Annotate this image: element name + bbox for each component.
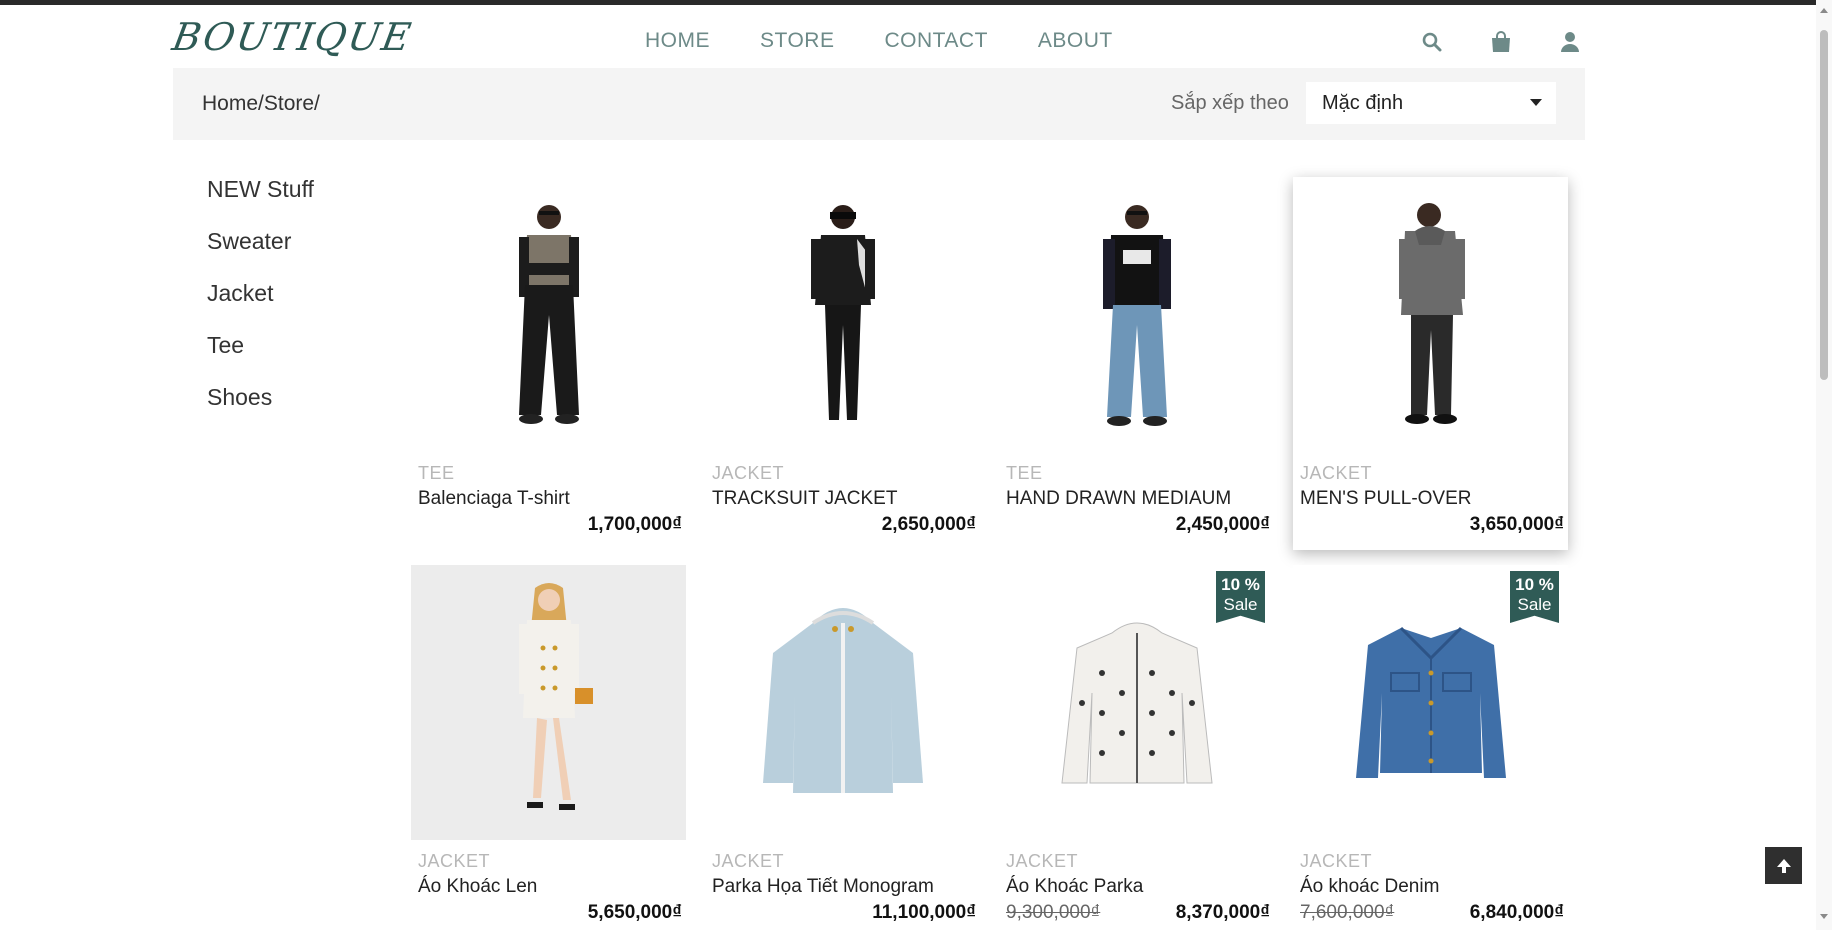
scroll-down-arrow-icon[interactable] [1820,914,1828,919]
category-new-stuff[interactable]: NEW Stuff [207,176,314,228]
sort-label: Sắp xếp theo [1171,92,1289,114]
sale-badge-label: Sale [1517,595,1552,614]
product-image [999,177,1274,452]
product-name[interactable]: Áo Khoác Parka [1006,876,1143,898]
nav-home[interactable]: HOME [645,29,710,53]
search-icon[interactable] [1417,27,1447,57]
product-card[interactable]: JACKET Áo Khoác Len 5,650,000₫ [411,565,686,938]
product-name[interactable]: HAND DRAWN MEDIAUM [1006,488,1231,510]
sort-selected-value: Mặc định [1322,91,1404,114]
nav-store[interactable]: STORE [760,29,834,53]
product-card[interactable]: TEE HAND DRAWN MEDIAUM 2,450,000₫ [999,177,1274,550]
product-image [411,177,686,452]
sale-badge-percent: 10 % [1515,575,1554,594]
product-card[interactable]: TEE Balenciaga T-shirt 1,700,000₫ [411,177,686,550]
product-name[interactable]: Áo Khoác Len [418,876,537,898]
scrollbar-thumb[interactable] [1820,30,1828,380]
breadcrumb: Home/Store/ [202,92,320,116]
nav-about[interactable]: ABOUT [1038,29,1113,53]
user-icon[interactable] [1555,27,1585,57]
product-category: JACKET [1006,851,1079,871]
product-old-price: 9,300,000₫ [1006,902,1101,923]
product-card[interactable]: JACKET MEN'S PULL-OVER 3,650,000₫ [1293,177,1568,550]
product-name[interactable]: TRACKSUIT JACKET [712,488,897,510]
page-scrollbar[interactable] [1816,0,1832,930]
product-price: 1,700,000₫ [587,514,682,535]
product-price: 3,650,000₫ [1469,514,1564,535]
sale-badge: 10 % Sale [1216,571,1265,623]
product-name[interactable]: MEN'S PULL-OVER [1300,488,1472,510]
header-actions [1378,27,1585,57]
caret-down-icon [1530,99,1542,106]
product-image [1293,177,1568,452]
main-nav: HOME STORE CONTACT ABOUT [645,29,1163,53]
breadcrumb-home[interactable]: Home/ [202,92,264,115]
scroll-to-top-button[interactable] [1765,847,1802,884]
product-name[interactable]: Parka Họa Tiết Monogram [712,876,934,898]
product-image [705,565,980,840]
breadcrumb-store[interactable]: Store/ [264,92,320,115]
product-price: 2,450,000₫ [1175,514,1270,535]
product-category: JACKET [712,463,785,483]
category-shoes[interactable]: Shoes [207,384,314,436]
arrow-up-icon [1776,858,1791,873]
nav-contact[interactable]: CONTACT [884,29,987,53]
product-category: TEE [418,463,455,483]
product-price: 8,370,000₫ [1175,902,1270,923]
scroll-up-arrow-icon[interactable] [1820,8,1828,13]
product-name[interactable]: Balenciaga T-shirt [418,488,570,510]
category-sweater[interactable]: Sweater [207,228,314,280]
product-category: JACKET [712,851,785,871]
site-header: BOUTIQUE HOME STORE CONTACT ABOUT [169,5,1585,68]
product-price: 11,100,000₫ [872,902,976,923]
category-tee[interactable]: Tee [207,332,314,384]
brand-logo[interactable]: BOUTIQUE [169,15,416,59]
sale-badge: 10 % Sale [1510,571,1559,623]
product-card[interactable]: 10 % Sale JACKET Áo khoác Denim 7,600,00… [1293,565,1568,938]
product-image [705,177,980,452]
sale-badge-percent: 10 % [1221,575,1260,594]
sort-select[interactable]: Mặc định [1306,82,1556,124]
product-category: JACKET [418,851,491,871]
product-category: JACKET [1300,851,1373,871]
product-card[interactable]: JACKET TRACKSUIT JACKET 2,650,000₫ [705,177,980,550]
product-name[interactable]: Áo khoác Denim [1300,876,1439,898]
product-image [411,565,686,840]
store-toolbar: Home/Store/ Sắp xếp theo Mặc định [173,68,1585,140]
product-card[interactable]: JACKET Parka Họa Tiết Monogram 11,100,00… [705,565,980,938]
product-price: 6,840,000₫ [1469,902,1564,923]
product-price: 5,650,000₫ [587,902,682,923]
product-old-price: 7,600,000₫ [1300,902,1395,923]
product-card[interactable]: 10 % Sale JACKET Áo Khoác Parka 9,300,00… [999,565,1274,938]
category-sidebar: NEW Stuff Sweater Jacket Tee Shoes [207,176,314,436]
product-category: TEE [1006,463,1043,483]
category-jacket[interactable]: Jacket [207,280,314,332]
sale-badge-label: Sale [1223,595,1258,614]
product-price: 2,650,000₫ [881,514,976,535]
product-category: JACKET [1300,463,1373,483]
shopping-bag-icon[interactable] [1486,27,1516,57]
